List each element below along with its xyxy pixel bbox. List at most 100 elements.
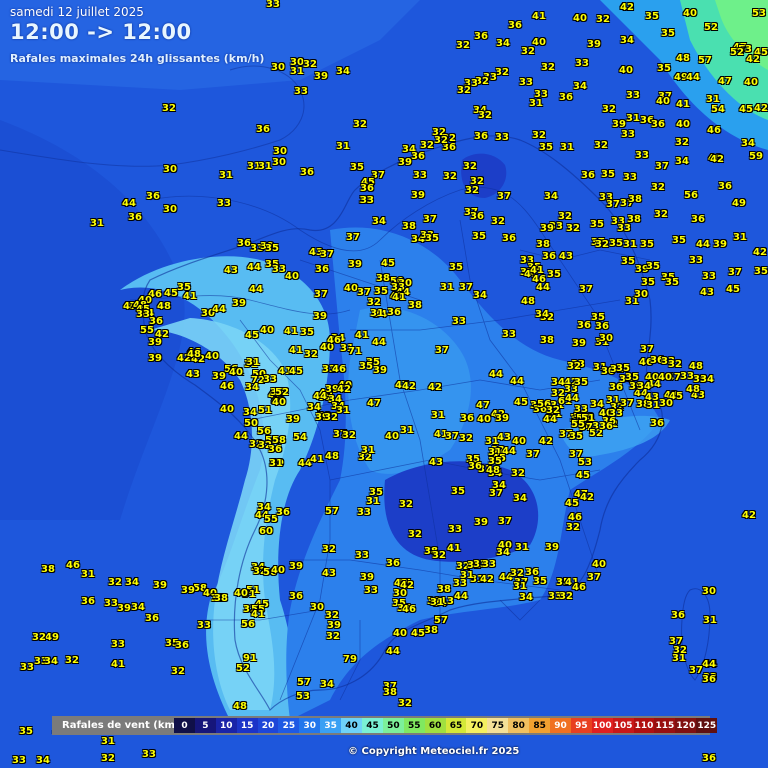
station-value: 33 (623, 172, 637, 183)
station-value: 57 (297, 677, 311, 688)
station-value: 32 (162, 103, 176, 114)
station-value: 30 (163, 164, 177, 175)
station-value: 31 (560, 142, 574, 153)
station-value: 34 (36, 755, 50, 766)
station-value: 34 (513, 493, 527, 504)
station-value: 32 (459, 433, 473, 444)
station-value: 39 (713, 239, 727, 250)
station-value: 53 (578, 457, 592, 468)
station-value: 32 (456, 40, 470, 51)
station-value: 34 (372, 216, 386, 227)
station-value: 32 (567, 361, 581, 372)
station-value: 31 (646, 400, 660, 411)
station-value: 36 (702, 753, 716, 764)
station-value: 32 (408, 529, 422, 540)
station-value: 36 (595, 321, 609, 332)
station-value: 37 (489, 488, 503, 499)
station-value: 36 (702, 674, 716, 685)
station-value: 37 (357, 287, 371, 298)
station-value: 35 (657, 63, 671, 74)
station-value: 36 (460, 413, 474, 424)
station-value: 31 (246, 357, 260, 368)
station-value: 35 (449, 262, 463, 273)
station-value: 31 (626, 113, 640, 124)
legend-step-50: 50 (382, 718, 404, 733)
station-value: 31 (623, 239, 637, 250)
station-value: 37 (526, 449, 540, 460)
station-value: 34 (544, 191, 558, 202)
station-value: 32 (566, 522, 580, 533)
station-value: 30 (272, 157, 286, 168)
station-value: 41 (284, 326, 298, 337)
station-value: 43 (429, 457, 443, 468)
legend-step-10: 10 (215, 718, 237, 733)
station-value: 36 (81, 596, 95, 607)
station-value: 48 (325, 451, 339, 462)
station-value: 38 (628, 194, 642, 205)
station-value: 39 (289, 561, 303, 572)
station-value: 44 (510, 376, 524, 387)
station-value: 40 (676, 119, 690, 130)
station-value: 32 (32, 632, 46, 643)
station-value: 43 (559, 251, 573, 262)
station-value: 32 (443, 171, 457, 182)
station-value: 33 (575, 58, 589, 69)
station-value: 32 (491, 216, 505, 227)
station-value: 33 (20, 662, 34, 673)
station-value: 35 (645, 11, 659, 22)
station-value: 36 (146, 191, 160, 202)
legend-step-85: 85 (529, 718, 551, 733)
station-value: 38 (402, 221, 416, 232)
station-value: 53 (752, 8, 766, 19)
station-value: 32 (399, 499, 413, 510)
station-value: 45 (164, 288, 178, 299)
color-legend: Rafales de vent (km/h) 0 5 10 15 20 25 30 35 40 4… (52, 716, 718, 735)
station-value: 31 (672, 653, 686, 664)
station-value: 38 (536, 239, 550, 250)
station-value: 33 (495, 132, 509, 143)
station-value: 39 (545, 542, 559, 553)
station-value: 35 (451, 486, 465, 497)
station-value: 33 (635, 150, 649, 161)
station-value: 31 (370, 308, 384, 319)
station-value: 44 (702, 659, 716, 670)
station-value: 46 (332, 364, 346, 375)
station-value: 39 (348, 259, 362, 270)
station-value: 32 (463, 161, 477, 172)
station-value: 41 (355, 330, 369, 341)
station-value: 33 (136, 309, 150, 320)
station-value: 34 (125, 577, 139, 588)
station-value: 33 (142, 749, 156, 760)
station-value: 32 (668, 359, 682, 370)
station-value: 39 (540, 223, 554, 234)
station-value: 39 (286, 414, 300, 425)
legend-scale: 0 5 10 15 20 25 30 35 40 45 50 55 60 65 70 75 80 85 90 95 10… (174, 718, 718, 733)
station-value: 40 (234, 588, 248, 599)
legend-step-35: 35 (320, 718, 342, 733)
station-value: 30 (599, 333, 613, 344)
station-value: 46 (66, 560, 80, 571)
station-value: 34 (535, 309, 549, 320)
station-value: 35 (609, 238, 623, 249)
station-value: 32 (432, 550, 446, 561)
station-value: 40 (393, 628, 407, 639)
station-value: 45 (514, 397, 528, 408)
station-value: 42 (402, 381, 416, 392)
station-value: 42 (400, 580, 414, 591)
station-value: 32 (566, 223, 580, 234)
station-value: 35 (641, 277, 655, 288)
station-value: 38 (437, 584, 451, 595)
station-value: 31 (703, 615, 717, 626)
station-value: 30 (310, 602, 324, 613)
station-value: 44 (247, 262, 261, 273)
station-value: 41 (447, 543, 461, 554)
station-value: 39 (474, 517, 488, 528)
station-value: 36 (581, 170, 595, 181)
station-value: 33 (502, 329, 516, 340)
station-value: 44 (249, 284, 263, 295)
station-value: 45 (726, 284, 740, 295)
station-value: 43 (700, 287, 714, 298)
station-value: 33 (266, 0, 280, 10)
station-value: 32 (495, 67, 509, 78)
station-value: 34 (551, 377, 565, 388)
